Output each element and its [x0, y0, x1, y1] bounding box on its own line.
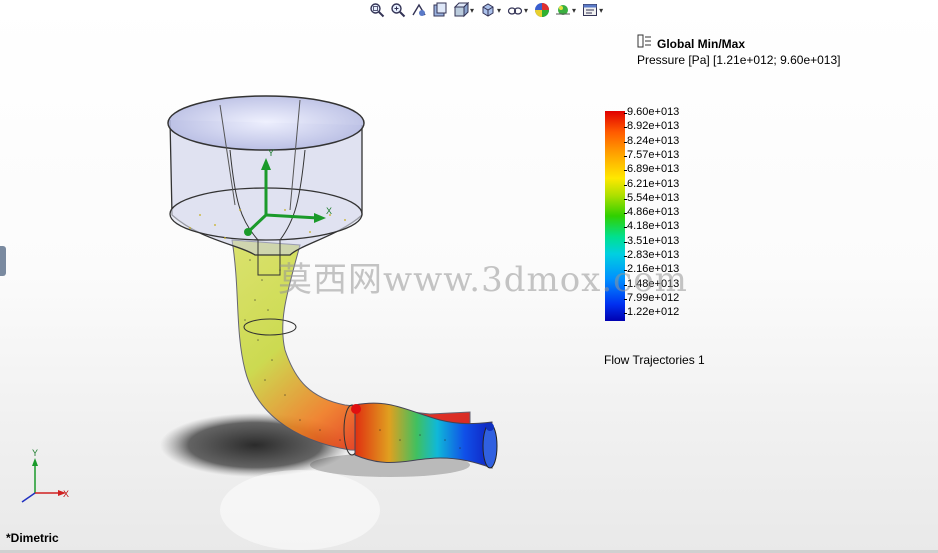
colorbar-tick: 6.21e+013 [623, 177, 680, 190]
outlet-marker [486, 423, 494, 431]
colorbar-tick: 3.51e+013 [623, 234, 680, 247]
colorbar-tick: 4.18e+013 [623, 220, 680, 233]
colorbar-tick: 5.54e+013 [623, 191, 680, 204]
model-reflection [220, 470, 380, 550]
view-orientation-label: *Dimetric [6, 531, 59, 545]
funnel-top-rim [167, 95, 365, 151]
view-triad: Y X [21, 448, 69, 503]
legend-title: Global Min/Max [657, 36, 746, 51]
origin-x-label: X [326, 206, 332, 216]
probe-marker [351, 404, 361, 414]
colorbar-tick: 8.92e+013 [623, 120, 680, 133]
colorbar-tick: 8.24e+013 [623, 134, 680, 147]
watermark-text: 莫西网www.3dmox.com [278, 260, 688, 300]
triad-y-label: Y [32, 448, 38, 458]
triad-x-label: X [63, 489, 69, 499]
legend-icon[interactable] [637, 34, 653, 53]
colorbar-tick: 4.86e+013 [623, 206, 680, 219]
colorbar-tick: 1.22e+012 [623, 306, 680, 319]
colorbar-tick: 9.60e+013 [623, 106, 680, 118]
legend-range: Pressure [Pa] [1.21e+012; 9.60e+013] [637, 53, 841, 67]
origin-y-label: Y [268, 148, 274, 158]
legend-header: Global Min/Max [637, 34, 745, 53]
colorbar-tick: 6.89e+013 [623, 163, 680, 176]
colorbar-tick: 7.57e+013 [623, 148, 680, 161]
flow-trajectories-label[interactable]: Flow Trajectories 1 [604, 353, 705, 367]
